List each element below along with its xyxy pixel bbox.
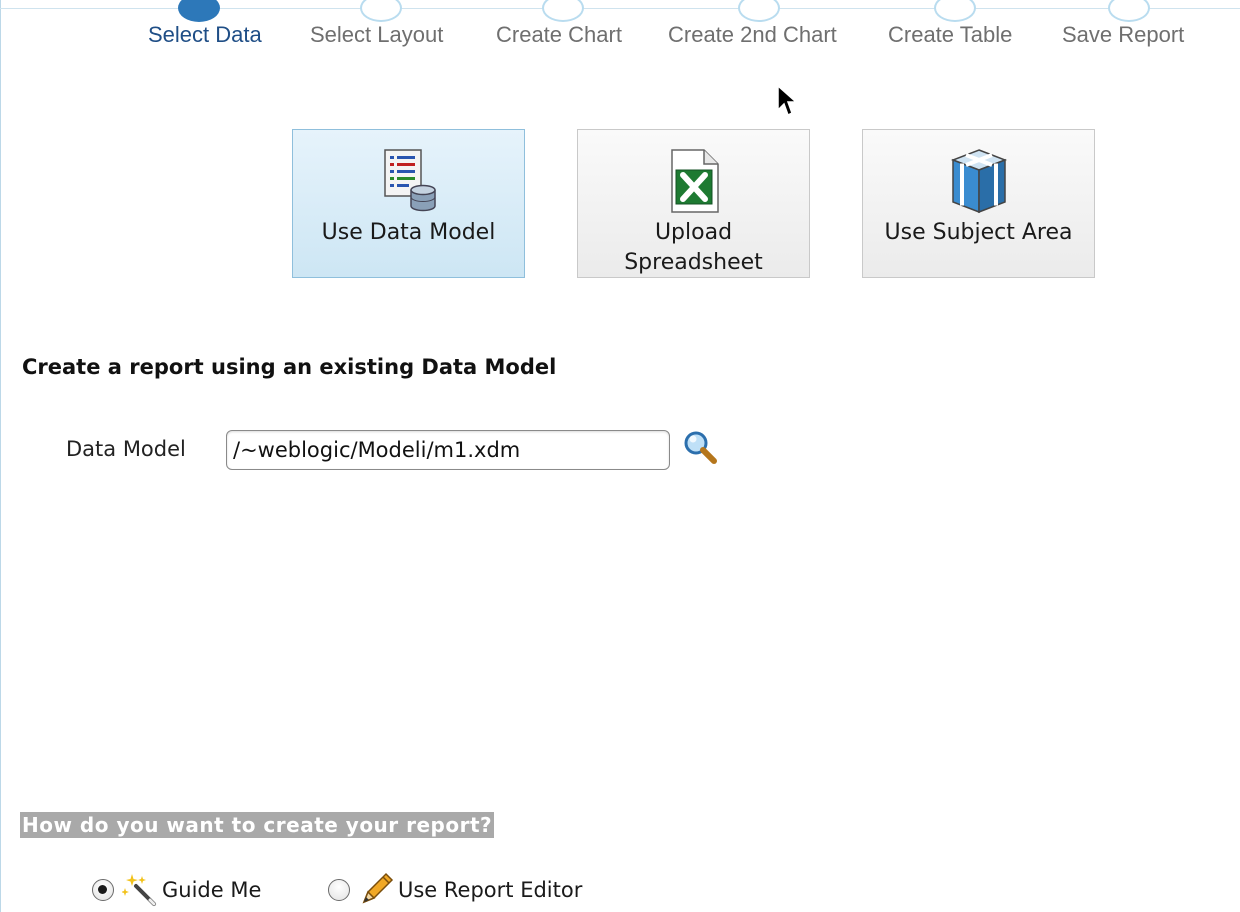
train-stop-select-layout[interactable]	[360, 0, 402, 22]
use-data-model-label: Use Data Model	[321, 220, 496, 245]
mouse-pointer-icon	[777, 84, 798, 117]
creation-mode-title: How do you want to create your report?	[20, 812, 495, 838]
step-select-layout[interactable]: Select Layout	[310, 22, 443, 48]
data-model-icon	[383, 149, 436, 212]
section-title: Create a report using an existing Data M…	[22, 355, 557, 379]
report-wizard-page: Select Data Select Layout Create Chart C…	[0, 0, 1240, 912]
guide-me-option[interactable]: Guide Me	[92, 872, 261, 908]
subject-area-cube-icon	[950, 149, 1007, 214]
wizard-train	[0, 0, 1240, 22]
step-create-chart[interactable]: Create Chart	[496, 22, 622, 48]
use-subject-area-label: Use Subject Area	[884, 220, 1073, 245]
step-create-table[interactable]: Create Table	[888, 22, 1012, 48]
magic-wand-icon	[122, 874, 156, 906]
magnifier-icon[interactable]	[681, 428, 721, 468]
upload-spreadsheet-button[interactable]: Upload Spreadsheet	[577, 129, 810, 278]
use-data-model-button[interactable]: Use Data Model	[292, 129, 525, 278]
train-stop-select-data[interactable]	[178, 0, 220, 22]
excel-spreadsheet-icon	[670, 149, 719, 213]
guide-me-label: Guide Me	[162, 878, 262, 902]
train-stop-create-chart[interactable]	[542, 0, 584, 22]
step-select-data[interactable]: Select Data	[148, 22, 262, 48]
train-stop-create-table[interactable]	[934, 0, 976, 22]
page-left-border	[0, 0, 1, 912]
use-subject-area-button[interactable]: Use Subject Area	[862, 129, 1095, 278]
data-model-field-label: Data Model	[66, 437, 186, 461]
train-stop-create-2nd-chart[interactable]	[738, 0, 780, 22]
use-report-editor-label: Use Report Editor	[398, 878, 583, 902]
use-report-editor-radio[interactable]	[328, 879, 350, 901]
data-model-path-input[interactable]	[226, 430, 670, 470]
pencil-icon	[362, 872, 394, 904]
guide-me-radio[interactable]	[92, 879, 114, 901]
step-create-2nd-chart[interactable]: Create 2nd Chart	[668, 22, 837, 48]
upload-spreadsheet-label: Upload Spreadsheet	[624, 220, 763, 275]
train-stop-save-report[interactable]	[1108, 0, 1150, 22]
step-save-report[interactable]: Save Report	[1062, 22, 1184, 48]
use-report-editor-option[interactable]: Use Report Editor	[328, 872, 582, 908]
